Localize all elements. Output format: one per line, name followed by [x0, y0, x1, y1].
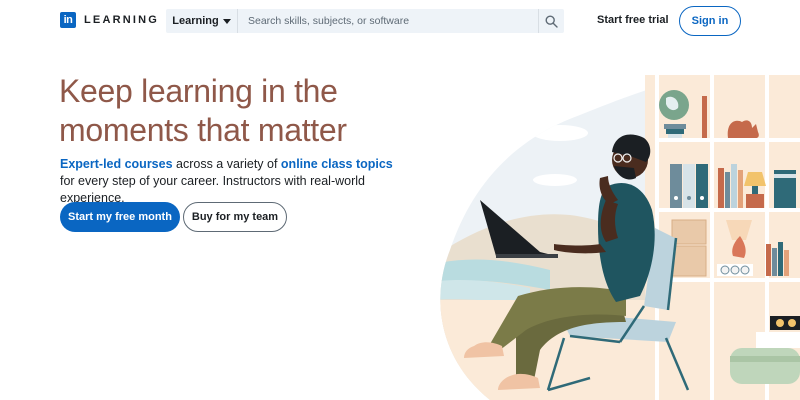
hero-title-line2: moments that matter	[59, 112, 347, 148]
hero-subtitle-text1: across a variety of	[172, 157, 281, 171]
sign-in-button[interactable]: Sign in	[679, 6, 741, 36]
hero-subtitle: Expert-led courses across a variety of o…	[60, 156, 410, 207]
hero-subtitle-text2: for every step of your career. Instructo…	[60, 174, 365, 205]
hero-title-line1: Keep learning in the	[59, 73, 338, 109]
hero-illustration	[440, 75, 800, 400]
top-nav: in LEARNING Learning Start free trial Si…	[0, 0, 800, 44]
hero-title: Keep learning in the moments that matter	[59, 72, 389, 150]
search-icon	[545, 14, 558, 28]
search-bar: Learning	[166, 9, 564, 33]
search-input[interactable]	[238, 9, 538, 33]
expert-led-courses-link[interactable]: Expert-led courses	[60, 157, 173, 171]
linkedin-icon: in	[60, 12, 76, 28]
caret-down-icon	[222, 18, 231, 24]
search-scope-dropdown[interactable]: Learning	[166, 9, 238, 33]
online-class-topics-link[interactable]: online class topics	[281, 157, 393, 171]
linkedin-learning-logo[interactable]: in LEARNING	[60, 12, 159, 28]
start-free-month-button[interactable]: Start my free month	[60, 202, 180, 232]
start-free-trial-link[interactable]: Start free trial	[597, 14, 669, 26]
buy-for-team-button[interactable]: Buy for my team	[183, 202, 287, 232]
logo-text: LEARNING	[84, 14, 160, 26]
search-scope-label: Learning	[172, 15, 219, 27]
search-button[interactable]	[538, 9, 564, 33]
